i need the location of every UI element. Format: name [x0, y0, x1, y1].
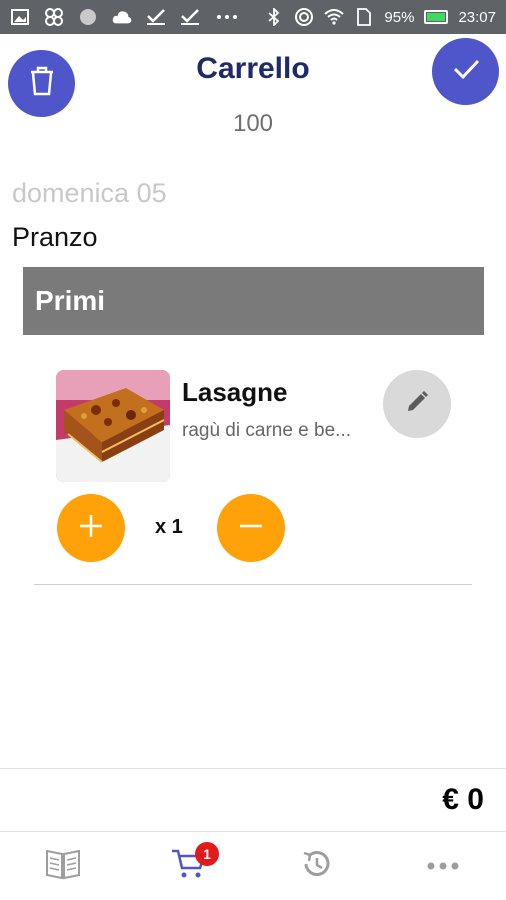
cloud-icon — [112, 7, 132, 27]
gallery-icon — [10, 7, 30, 27]
item-quantity: x 1 — [155, 516, 183, 538]
increase-quantity-button[interactable] — [57, 494, 125, 562]
pinwheel-icon — [44, 7, 64, 27]
check-icon — [452, 58, 480, 85]
minus-icon — [238, 513, 264, 544]
page-title: Carrello — [196, 52, 310, 85]
points-value: 100 — [232, 110, 274, 137]
more-icon — [427, 857, 459, 875]
pencil-icon — [404, 389, 430, 420]
item-divider — [34, 584, 472, 585]
check-icon — [146, 7, 166, 27]
dish-image — [56, 370, 170, 482]
cart-count-badge: 1 — [195, 842, 219, 866]
edit-item-button[interactable] — [383, 370, 451, 438]
tab-more[interactable] — [380, 832, 506, 900]
dish-name: Lasagne — [182, 377, 288, 407]
section-header: Primi — [23, 267, 484, 335]
cart-header: Carrello 100 — [0, 34, 506, 146]
sim-icon — [354, 7, 374, 27]
history-icon — [300, 848, 332, 885]
check-icon — [180, 7, 200, 27]
wifi-icon — [324, 7, 345, 27]
decrease-quantity-button[interactable] — [217, 494, 285, 562]
tab-cart[interactable] — [126, 832, 252, 900]
meal-label: Pranzo — [12, 222, 98, 252]
nfc-icon — [294, 7, 314, 27]
dish-description: ragù di carne e be... — [182, 420, 351, 441]
bluetooth-icon — [264, 7, 284, 27]
more-dots-icon — [214, 7, 240, 27]
battery-percent: 95% — [384, 8, 415, 26]
circle-icon — [78, 7, 98, 27]
menu-book-icon — [45, 848, 81, 885]
order-date: domenica 05 — [12, 178, 167, 208]
battery-charging-icon — [424, 10, 449, 24]
tab-history[interactable] — [253, 832, 379, 900]
order-total: € 0 — [442, 783, 484, 816]
clock: 23:07 — [458, 8, 496, 26]
bottom-tab-bar: 1 — [0, 832, 506, 900]
confirm-order-button[interactable] — [432, 38, 499, 105]
total-bar: € 0 — [0, 768, 506, 832]
tab-menu[interactable] — [0, 832, 126, 900]
status-bar: 95% 23:07 — [0, 0, 506, 34]
plus-icon — [78, 513, 104, 544]
